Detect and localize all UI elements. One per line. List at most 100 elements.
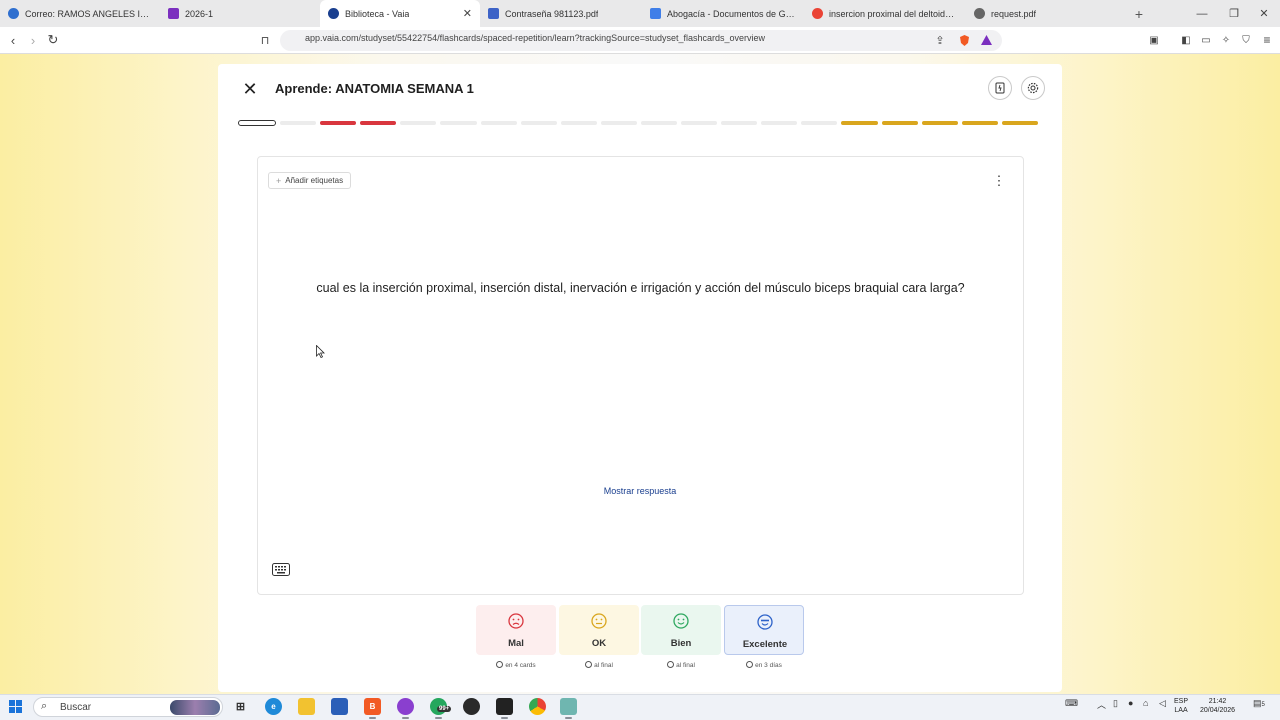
restore-icon[interactable]: ❐ bbox=[1218, 0, 1250, 27]
rating-interval-mal: en 4 cards bbox=[476, 661, 556, 669]
store-icon[interactable] bbox=[331, 698, 348, 715]
chrome-icon[interactable] bbox=[529, 698, 546, 715]
reload-icon[interactable]: ↻ bbox=[44, 31, 62, 49]
progress-segment bbox=[560, 121, 597, 125]
onenote-icon bbox=[168, 8, 179, 19]
sad-face-icon bbox=[508, 613, 524, 629]
browser-tab-correo[interactable]: Correo: RAMOS ANGELES ISABEL CRI bbox=[0, 0, 160, 27]
progress-segment bbox=[640, 121, 678, 125]
taskbar-search[interactable]: ⌕ Buscar bbox=[33, 697, 223, 717]
whatsapp-icon[interactable]: 99+ bbox=[430, 698, 452, 719]
app-icon-dark[interactable] bbox=[463, 698, 480, 715]
rewards-icon[interactable] bbox=[977, 31, 995, 49]
search-highlight-image bbox=[170, 700, 220, 715]
plus-icon: + bbox=[276, 175, 282, 186]
happy-face-icon bbox=[673, 613, 689, 629]
flashcard-view-button[interactable] bbox=[988, 76, 1012, 100]
globe-icon bbox=[974, 8, 985, 19]
tab-title: 2026-1 bbox=[185, 8, 214, 19]
progress-segment bbox=[921, 121, 958, 125]
volume-icon[interactable]: ◁ bbox=[1159, 698, 1166, 709]
sidebar-toggle-icon[interactable]: ▣ bbox=[1145, 31, 1163, 49]
outlook-icon bbox=[8, 8, 19, 19]
cards-icon bbox=[995, 82, 1005, 94]
url-text[interactable]: app.vaia.com/studyset/55422754/flashcard… bbox=[305, 33, 765, 43]
rate-bien-button[interactable]: Bien bbox=[641, 605, 721, 655]
pdf-icon bbox=[488, 8, 499, 19]
wallet-icon[interactable]: ▭ bbox=[1197, 31, 1215, 49]
system-clock[interactable]: 21:42 20/04/2026 bbox=[1200, 697, 1235, 715]
rate-excelente-button[interactable]: Excelente bbox=[724, 605, 804, 655]
rating-label: Bien bbox=[670, 638, 692, 649]
windows-start-icon[interactable] bbox=[9, 700, 23, 714]
progress-segment bbox=[400, 121, 437, 125]
progress-segment bbox=[280, 121, 317, 125]
browser-tab-pdf[interactable]: Contraseña 981123.pdf bbox=[480, 0, 642, 27]
tab-title: insercion proximal del deltoides - Bu bbox=[829, 8, 958, 19]
menu-icon[interactable]: ≡ bbox=[1258, 31, 1276, 49]
rating-label: OK bbox=[591, 638, 607, 649]
add-tags-button[interactable]: + Añadir etiquetas bbox=[268, 172, 352, 189]
show-hidden-icons[interactable]: ︿ bbox=[1097, 698, 1106, 711]
cool-face-icon bbox=[757, 614, 773, 630]
progress-segment bbox=[681, 121, 718, 125]
file-explorer-icon[interactable] bbox=[298, 698, 315, 715]
edge-icon[interactable]: e bbox=[265, 698, 282, 715]
progress-segment bbox=[721, 121, 758, 125]
bookmark-icon[interactable]: ⊓ bbox=[256, 31, 274, 49]
close-window-icon[interactable]: ✕ bbox=[1248, 0, 1280, 27]
progress-segment bbox=[238, 120, 277, 126]
tab-title: request.pdf bbox=[991, 8, 1037, 19]
flashcard bbox=[257, 156, 1024, 595]
browser-tab-vaia[interactable]: Biblioteca - Vaia ✕ bbox=[320, 0, 480, 27]
rating-label: Mal bbox=[508, 638, 524, 649]
browser-tab-request[interactable]: request.pdf bbox=[966, 0, 1126, 27]
progress-segment bbox=[440, 121, 477, 125]
tab-title: Correo: RAMOS ANGELES ISABEL CRI bbox=[25, 8, 152, 19]
browser-tab-search[interactable]: insercion proximal del deltoides - Bu bbox=[804, 0, 966, 27]
language-indicator[interactable]: ESP LAA bbox=[1174, 697, 1188, 715]
clock-icon bbox=[667, 661, 675, 668]
progress-segment bbox=[600, 121, 637, 125]
progress-segment bbox=[961, 121, 998, 125]
progress-segment bbox=[480, 121, 517, 125]
capcut-icon[interactable] bbox=[496, 698, 513, 719]
task-view-icon[interactable]: ⊞ bbox=[232, 698, 249, 715]
browser-tab-docs[interactable]: Abogacía - Documentos de Google bbox=[642, 0, 804, 27]
forward-icon[interactable]: › bbox=[24, 31, 42, 49]
progress-segment bbox=[881, 121, 918, 125]
rate-mal-button[interactable]: Mal bbox=[476, 605, 556, 655]
leo-ai-icon[interactable]: ✧ bbox=[1217, 31, 1235, 49]
gear-icon bbox=[1027, 82, 1039, 94]
rating-interval-excelente: en 3 días bbox=[724, 661, 804, 669]
tab-title: Contraseña 981123.pdf bbox=[505, 8, 599, 19]
progress-segment bbox=[801, 121, 838, 125]
close-session-button[interactable]: ✕ bbox=[240, 79, 260, 99]
mouse-cursor-icon bbox=[316, 345, 325, 358]
close-tab-icon[interactable]: ✕ bbox=[463, 7, 472, 20]
notifications-icon[interactable]: ▤5 bbox=[1253, 698, 1265, 709]
network-icon[interactable]: ⌂ bbox=[1143, 698, 1148, 708]
rate-ok-button[interactable]: OK bbox=[559, 605, 639, 655]
progress-segment bbox=[360, 121, 397, 125]
new-tab-button[interactable]: + bbox=[1126, 6, 1152, 22]
microphone-icon[interactable]: ● bbox=[1128, 698, 1133, 708]
progress-segment bbox=[320, 121, 357, 125]
back-icon[interactable]: ‹ bbox=[4, 31, 22, 49]
vpn-icon[interactable]: ⛉ bbox=[1237, 31, 1255, 49]
minimize-icon[interactable]: — bbox=[1186, 0, 1218, 27]
brave-shield-icon[interactable] bbox=[955, 31, 973, 49]
settings-button[interactable] bbox=[1021, 76, 1045, 100]
share-icon[interactable]: ⇪ bbox=[931, 31, 949, 49]
panel-icon[interactable]: ◧ bbox=[1177, 31, 1195, 49]
show-answer-button[interactable]: Mostrar respuesta bbox=[580, 486, 700, 496]
more-options-icon[interactable]: ⋮ bbox=[992, 172, 1006, 189]
keyboard-icon[interactable] bbox=[272, 563, 290, 576]
browser-tab-2026[interactable]: 2026-1 bbox=[160, 0, 320, 27]
tray-language-icon[interactable]: ⌨ bbox=[1065, 698, 1078, 709]
brave-icon[interactable]: B bbox=[364, 698, 381, 719]
vaia-icon bbox=[328, 8, 339, 19]
battery-icon[interactable]: ▯ bbox=[1113, 698, 1118, 709]
app-icon-teal[interactable] bbox=[560, 698, 577, 719]
copilot-icon[interactable] bbox=[397, 698, 414, 719]
